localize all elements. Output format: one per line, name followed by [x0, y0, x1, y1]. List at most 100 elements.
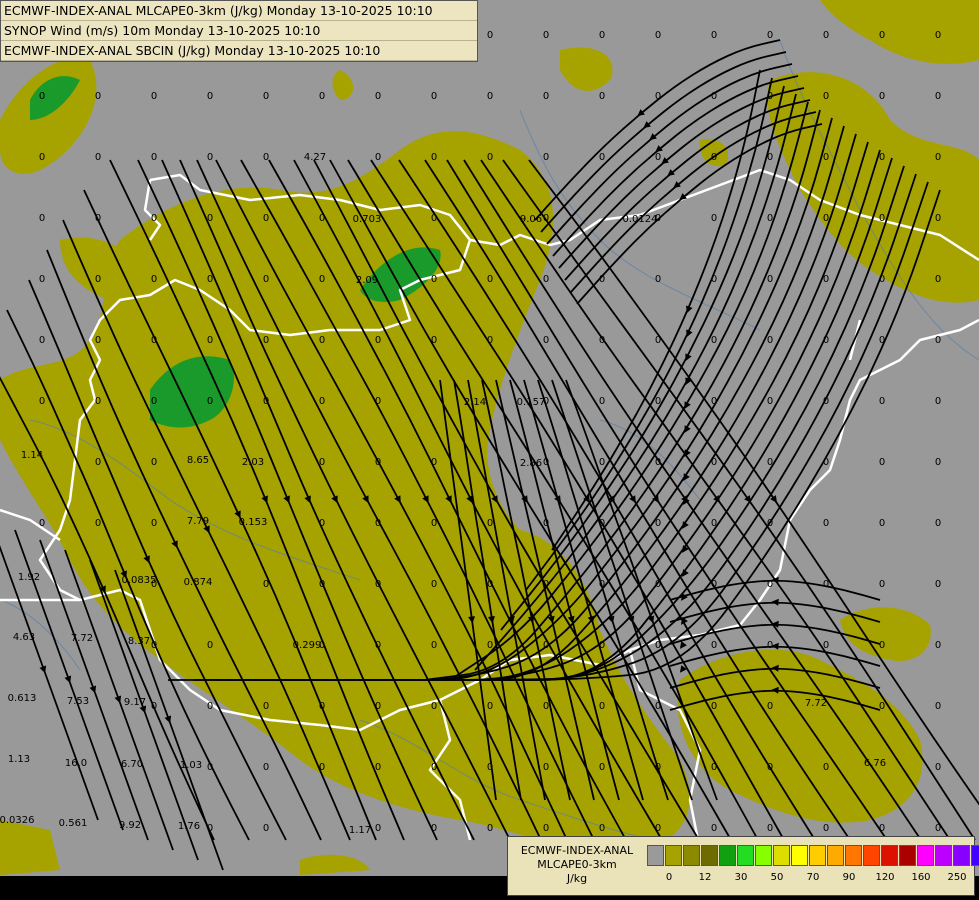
weather-map[interactable]: 4.27 0.703 9.06 0.0124 2.09 2.14 0.157 2.86 1.14… [0, 0, 979, 900]
map-value-label: 0 [711, 640, 717, 651]
map-value-label: 0 [711, 213, 717, 224]
map-value-label: 0 [711, 91, 717, 102]
map-value-label: 0 [207, 701, 213, 712]
legend-swatch [845, 845, 862, 866]
map-value-label: 0 [599, 335, 605, 346]
map-value-label: 0 [95, 274, 101, 285]
map-value-label: 0 [39, 335, 45, 346]
header-line-sbcin: ECMWF-INDEX-ANAL SBCIN (J/kg) Monday 13-… [1, 41, 477, 61]
map-value-label: 0.613 [8, 693, 37, 704]
map-value-label: 0 [767, 152, 773, 163]
map-value-label: 0 [95, 457, 101, 468]
map-value-label: 0 [767, 30, 773, 41]
legend-swatch [683, 845, 700, 866]
map-value-label: 0 [767, 396, 773, 407]
map-value-label: 0 [879, 91, 885, 102]
map-value-label: 0 [935, 518, 941, 529]
header-line-mlcape: ECMWF-INDEX-ANAL MLCAPE0-3km (J/kg) Mond… [1, 1, 477, 21]
legend-ticks: 01230507090120160250400 [647, 872, 977, 886]
map-value-label: 0 [431, 762, 437, 773]
legend-swatch [773, 845, 790, 866]
legend-swatch [953, 845, 970, 866]
map-value-label: 1.14 [21, 450, 43, 461]
map-value-label: 0 [487, 518, 493, 529]
map-value-label: 0 [95, 91, 101, 102]
map-value-label: 0.0326 [0, 815, 35, 826]
map-value-label: 0 [543, 396, 549, 407]
map-value-label: 0 [207, 274, 213, 285]
map-value-label: 0 [375, 457, 381, 468]
map-value-label: 0 [207, 91, 213, 102]
map-value-label: 0 [823, 274, 829, 285]
legend-unit: J/kg [566, 872, 588, 885]
map-value-label: 0 [655, 335, 661, 346]
map-value-label: 0 [935, 762, 941, 773]
legend-tick-label: 0 [665, 872, 673, 883]
map-value-label: 0 [879, 152, 885, 163]
map-value-label: 0 [319, 91, 325, 102]
map-value-label: 0 [767, 91, 773, 102]
map-value-label: 0 [879, 213, 885, 224]
map-value-label: 0 [655, 91, 661, 102]
map-value-label: 7.53 [67, 696, 89, 707]
map-value-label: 1.03 [180, 760, 202, 771]
map-value-label: 0 [711, 518, 717, 529]
map-value-label: 0 [655, 823, 661, 834]
map-value-label: 0 [823, 335, 829, 346]
map-value-label: 0 [935, 701, 941, 712]
map-value-label: 6.70 [121, 759, 143, 770]
map-value-label: 0.153 [239, 517, 268, 528]
map-value-label: 0 [151, 457, 157, 468]
legend-swatch [863, 845, 880, 866]
map-value-label: 0 [95, 213, 101, 224]
map-value-label: 0 [263, 213, 269, 224]
map-value-label: 0 [431, 823, 437, 834]
map-value-label: 0 [823, 579, 829, 590]
map-value-label: 0 [543, 701, 549, 712]
map-value-label: 8.37 [128, 636, 150, 647]
map-value-label: 0 [319, 274, 325, 285]
map-value-label: 0 [879, 30, 885, 41]
map-value-label: 0 [655, 457, 661, 468]
map-value-label: 0 [935, 579, 941, 590]
map-value-label: 0 [823, 823, 829, 834]
map-value-label: 0 [711, 579, 717, 590]
map-value-label: 1.92 [18, 572, 40, 583]
map-value-label: 0 [263, 701, 269, 712]
map-value-label: 0 [711, 762, 717, 773]
map-value-label: 0 [543, 274, 549, 285]
map-value-label: 0 [487, 579, 493, 590]
map-value-label: 0 [767, 701, 773, 712]
map-value-label: 0 [767, 457, 773, 468]
map-value-label: 0 [767, 579, 773, 590]
map-value-label: 8.65 [187, 455, 209, 466]
map-value-label: 0.299 [293, 640, 322, 651]
map-value-label: 0 [39, 91, 45, 102]
map-canvas: 4.27 0.703 9.06 0.0124 2.09 2.14 0.157 2.86 1.14… [0, 0, 979, 900]
map-value-label: 0 [263, 579, 269, 590]
map-value-label: 0 [879, 335, 885, 346]
cape-fill-areas [0, 0, 979, 875]
map-value-label: 0 [823, 640, 829, 651]
map-value-label: 0 [655, 274, 661, 285]
map-value-label: 0 [655, 152, 661, 163]
map-value-label: 16.0 [65, 758, 87, 769]
map-value-label: 0 [655, 701, 661, 712]
map-value-label: 0 [543, 762, 549, 773]
map-value-label: 0 [375, 579, 381, 590]
map-value-label: 0 [879, 823, 885, 834]
map-value-label: 0 [487, 152, 493, 163]
map-value-label: 0 [711, 152, 717, 163]
map-value-label: 0 [375, 518, 381, 529]
map-value-label: 0 [319, 640, 325, 651]
map-value-label: 0 [599, 823, 605, 834]
streamline-arrow [771, 598, 779, 606]
legend-swatch [899, 845, 916, 866]
map-value-label: 0 [319, 518, 325, 529]
map-value-label: 0.703 [353, 214, 382, 225]
legend-swatch [881, 845, 898, 866]
map-value-label: 0 [767, 213, 773, 224]
legend-swatch [791, 845, 808, 866]
map-value-label: 0 [711, 274, 717, 285]
legend-swatch [701, 845, 718, 866]
